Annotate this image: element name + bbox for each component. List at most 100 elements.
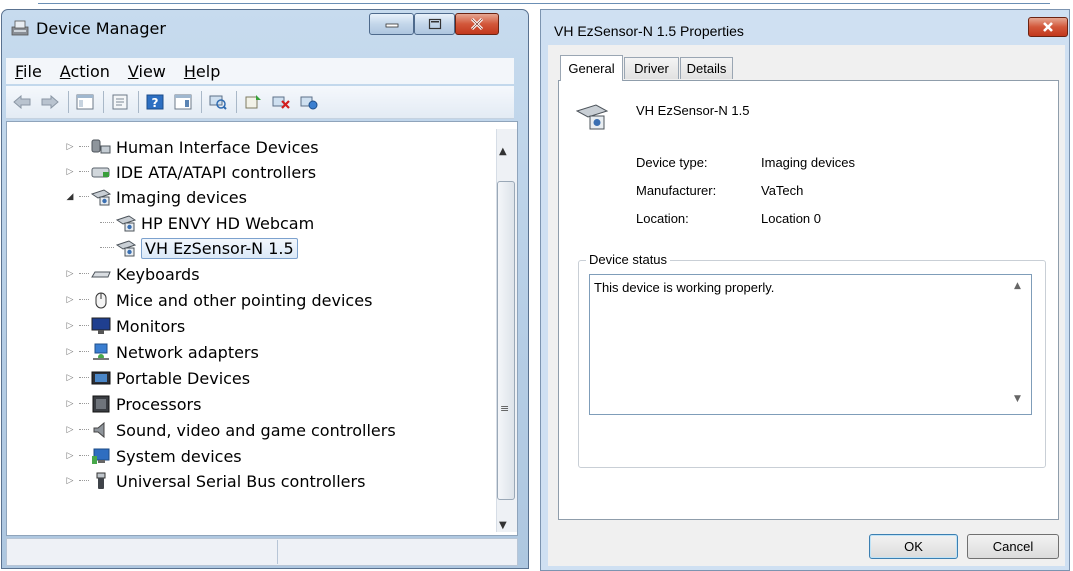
help-button[interactable]: ? [143, 91, 167, 113]
maximize-icon [428, 18, 441, 30]
scroll-down-icon[interactable]: ▼ [499, 513, 507, 532]
tree-item-label: Human Interface Devices [116, 137, 319, 157]
expand-arrow-icon[interactable]: ▷ [64, 372, 76, 384]
tree-item-processors[interactable]: ▷ Processors [64, 392, 202, 416]
tree-item-label: Processors [116, 394, 202, 414]
tree-item-hp-envy-webcam[interactable]: HP ENVY HD Webcam [100, 211, 314, 235]
tree-item-usb-controllers[interactable]: ▷ Universal Serial Bus controllers [64, 469, 366, 493]
tree-item-label: Imaging devices [116, 187, 247, 207]
minimize-button[interactable] [369, 13, 414, 35]
toolbar-separator [138, 91, 139, 113]
properties-button[interactable] [108, 91, 132, 113]
menu-file[interactable]: File [6, 62, 51, 81]
network-icon [93, 343, 109, 360]
status-bar [6, 538, 518, 566]
tree-connector [79, 273, 89, 275]
scroll-down-icon[interactable]: ▼ [1014, 394, 1021, 404]
maximize-button[interactable] [414, 13, 455, 35]
speaker-icon [93, 421, 105, 439]
action-pane-icon [174, 94, 192, 110]
tree-connector [79, 429, 89, 431]
properties-icon [112, 94, 128, 110]
close-button[interactable] [455, 13, 499, 35]
keyboard-icon [91, 271, 111, 278]
collapse-arrow-icon[interactable]: ◢ [64, 191, 76, 203]
toolbar-separator [103, 91, 104, 113]
update-driver-icon [245, 95, 261, 109]
scroll-up-icon[interactable]: ▲ [1014, 281, 1021, 291]
tree-item-portable-devices[interactable]: ▷ Portable Devices [64, 366, 251, 390]
close-icon [470, 17, 484, 31]
tree-connector [100, 222, 114, 224]
action-pane-button[interactable] [171, 91, 195, 113]
expand-arrow-icon[interactable]: ▷ [64, 166, 76, 178]
expand-arrow-icon[interactable]: ▷ [64, 424, 76, 436]
expand-arrow-icon[interactable]: ▷ [64, 475, 76, 487]
tree-item-keyboards[interactable]: ▷ Keyboards [64, 262, 200, 286]
tree-item-label: System devices [116, 446, 242, 466]
tree-item-vh-ezsensor[interactable]: VH EzSensor-N 1.5 [100, 236, 298, 260]
expand-arrow-icon[interactable]: ▷ [64, 398, 76, 410]
hid-icon [91, 139, 111, 154]
forward-button[interactable] [38, 91, 62, 113]
enable-device-button[interactable] [297, 91, 321, 113]
tree-item-label: Sound, video and game controllers [116, 420, 396, 440]
show-hide-console-tree-button[interactable] [73, 91, 97, 113]
scan-hardware-button[interactable] [206, 91, 230, 113]
tree-item-mice[interactable]: ▷ Mice and other pointing devices [64, 288, 373, 312]
expand-arrow-icon[interactable]: ▷ [64, 450, 76, 462]
tree-item-system-devices[interactable]: ▷ System devices [64, 444, 242, 468]
tree-connector [79, 480, 89, 482]
toolbar-separator [236, 91, 237, 113]
system-icon [92, 448, 110, 464]
tree-item-human-interface-devices[interactable]: ▷ Human Interface Devices [64, 135, 319, 159]
expand-arrow-icon[interactable]: ▷ [64, 141, 76, 153]
device-name: VH EzSensor-N 1.5 [636, 103, 750, 118]
usb-icon [96, 472, 106, 489]
tree-item-imaging-devices[interactable]: ◢ Imaging devices [64, 185, 247, 209]
enable-device-icon [300, 96, 318, 110]
menu-view[interactable]: View [119, 62, 175, 81]
status-bar-divider [277, 540, 278, 564]
tree-item-label: Network adapters [116, 342, 259, 362]
menu-help[interactable]: Help [175, 62, 229, 81]
tree-item-label: Monitors [116, 316, 186, 336]
menu-action[interactable]: Action [51, 62, 119, 81]
tree-connector [79, 171, 89, 173]
tree-connector [79, 351, 89, 353]
ide-controller-icon [91, 167, 110, 178]
dialog-close-button[interactable] [1028, 17, 1068, 37]
tree-connector [100, 247, 114, 249]
expand-arrow-icon[interactable]: ▷ [64, 268, 76, 280]
scrollbar-thumb[interactable] [497, 181, 515, 500]
scroll-up-icon[interactable]: ▲ [499, 139, 507, 158]
tree-item-monitors[interactable]: ▷ Monitors [64, 314, 186, 338]
help-icon: ? [146, 94, 164, 110]
device-type-value: Imaging devices [761, 155, 855, 170]
device-type-label: Device type: [636, 155, 708, 170]
expand-arrow-icon[interactable]: ▷ [64, 320, 76, 332]
mouse-icon [95, 292, 107, 309]
tab-details[interactable]: Details [680, 57, 733, 79]
tree-connector [79, 325, 89, 327]
tree-connector [79, 377, 89, 379]
camera-icon [116, 240, 136, 257]
tab-driver[interactable]: Driver [624, 57, 679, 79]
tree-item-sound-video-game[interactable]: ▷ Sound, video and game controllers [64, 418, 396, 442]
tree-item-label: Mice and other pointing devices [116, 290, 373, 310]
expand-arrow-icon[interactable]: ▷ [64, 294, 76, 306]
uninstall-button[interactable] [269, 91, 293, 113]
tree-item-network-adapters[interactable]: ▷ Network adapters [64, 340, 259, 364]
grip-icon: ≡ [500, 402, 510, 415]
cancel-button[interactable]: Cancel [967, 534, 1059, 559]
location-label: Location: [636, 211, 689, 226]
back-button[interactable] [10, 91, 34, 113]
tree-connector [79, 299, 89, 301]
expand-arrow-icon[interactable]: ▷ [64, 346, 76, 358]
ok-button[interactable]: OK [869, 534, 958, 559]
device-status-textbox[interactable] [589, 274, 1032, 415]
tab-general[interactable]: General [560, 55, 623, 81]
tree-item-ide-controllers[interactable]: ▷ IDE ATA/ATAPI controllers [64, 160, 317, 184]
update-driver-button[interactable] [241, 91, 265, 113]
manufacturer-value: VaTech [761, 183, 804, 198]
